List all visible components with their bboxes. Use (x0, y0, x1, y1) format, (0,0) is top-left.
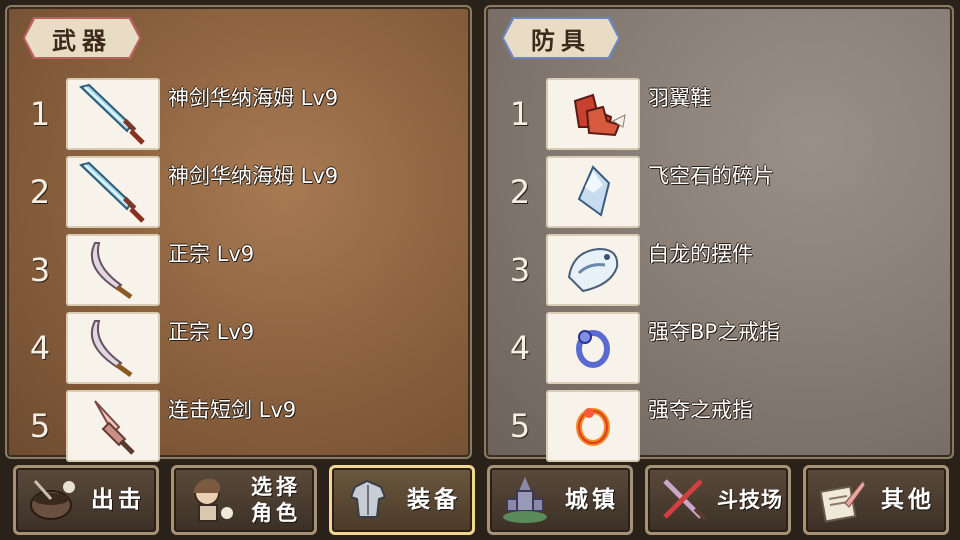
armor-tab: 防具 (502, 17, 620, 59)
weapon-name: 正宗 Lv9 (168, 320, 255, 344)
weapon-slot-5[interactable]: 5 连击短剑 Lv9 (14, 389, 296, 463)
sword-icon (66, 156, 160, 228)
armor-slot-2[interactable]: 2 飞空石的碎片 (494, 155, 774, 229)
slot-number: 2 (29, 173, 51, 211)
slot-number: 3 (29, 251, 51, 289)
select-character-label-line1: 选择 (251, 475, 301, 499)
red-ring-icon (546, 390, 640, 462)
select-character-label-line2: 角色 (251, 501, 301, 525)
town-button[interactable]: 城镇 (487, 465, 633, 535)
armor-name: 白龙的摆件 (648, 242, 753, 266)
dagger-icon (66, 390, 160, 462)
other-label: 其他 (881, 487, 935, 513)
armor-title: 防具 (504, 19, 618, 57)
armor-name: 强夺BP之戒指 (648, 320, 781, 344)
slot-number: 5 (29, 407, 51, 445)
weapon-slot-2[interactable]: 2 神剑华纳海姆 Lv9 (14, 155, 338, 229)
blue-ring-icon (546, 312, 640, 384)
weapons-panel: 武器 1 神剑华纳海姆 Lv9 2 神剑华纳海姆 Lv9 3 正宗 Lv9 4 … (5, 5, 472, 462)
slot-number: 2 (509, 173, 531, 211)
armor-slot-1[interactable]: 1 羽翼鞋 (494, 77, 711, 151)
armor-slot-3[interactable]: 3 白龙的摆件 (494, 233, 753, 307)
other-button[interactable]: 其他 (803, 465, 949, 535)
bottom-nav: 出击 选择 角色 装备 城镇 斗技场 其他 (0, 462, 960, 540)
equipment-button[interactable]: 装备 (329, 465, 475, 535)
armor-name: 强夺之戒指 (648, 398, 753, 422)
slot-number: 1 (509, 95, 531, 133)
armor-name: 飞空石的碎片 (648, 164, 774, 188)
weapon-slot-1[interactable]: 1 神剑华纳海姆 Lv9 (14, 77, 338, 151)
armor-panel: 防具 1 羽翼鞋 2 飞空石的碎片 3 白龙的摆件 4 强夺BP之戒指 5 强夺… (484, 5, 954, 462)
katana-icon (66, 234, 160, 306)
armor-name: 羽翼鞋 (648, 86, 711, 110)
slot-number: 5 (509, 407, 531, 445)
white-dragon-icon (546, 234, 640, 306)
weapon-name: 正宗 Lv9 (168, 242, 255, 266)
armor-icon (340, 472, 396, 528)
slot-number: 1 (29, 95, 51, 133)
slot-number: 4 (29, 329, 51, 367)
weapons-tab: 武器 (23, 17, 141, 59)
armor-slot-5[interactable]: 5 强夺之戒指 (494, 389, 753, 463)
winged-boots-icon (546, 78, 640, 150)
slot-number: 3 (509, 251, 531, 289)
weapon-name: 神剑华纳海姆 Lv9 (168, 164, 339, 188)
crossed-swords-icon (656, 472, 712, 528)
select-character-button[interactable]: 选择 角色 (171, 465, 317, 535)
sortie-button[interactable]: 出击 (13, 465, 159, 535)
weapon-name: 连击短剑 Lv9 (168, 398, 297, 422)
castle-icon (498, 472, 554, 528)
select-character-label: 选择 角色 (238, 474, 314, 526)
cauldron-icon (24, 472, 80, 528)
weapons-title: 武器 (25, 19, 139, 57)
katana-icon (66, 312, 160, 384)
armor-slot-4[interactable]: 4 强夺BP之戒指 (494, 311, 780, 385)
weapon-slot-3[interactable]: 3 正宗 Lv9 (14, 233, 254, 307)
crystal-shard-icon (546, 156, 640, 228)
arena-button[interactable]: 斗技场 (645, 465, 791, 535)
arena-label: 斗技场 (717, 488, 783, 512)
sortie-label: 出击 (91, 487, 145, 513)
town-label: 城镇 (565, 487, 619, 513)
scroll-quill-icon (814, 472, 870, 528)
equipment-label: 装备 (407, 487, 461, 513)
weapon-slot-4[interactable]: 4 正宗 Lv9 (14, 311, 254, 385)
weapon-name: 神剑华纳海姆 Lv9 (168, 86, 339, 110)
slot-number: 4 (509, 329, 531, 367)
character-portrait-icon (182, 472, 238, 528)
sword-icon (66, 78, 160, 150)
